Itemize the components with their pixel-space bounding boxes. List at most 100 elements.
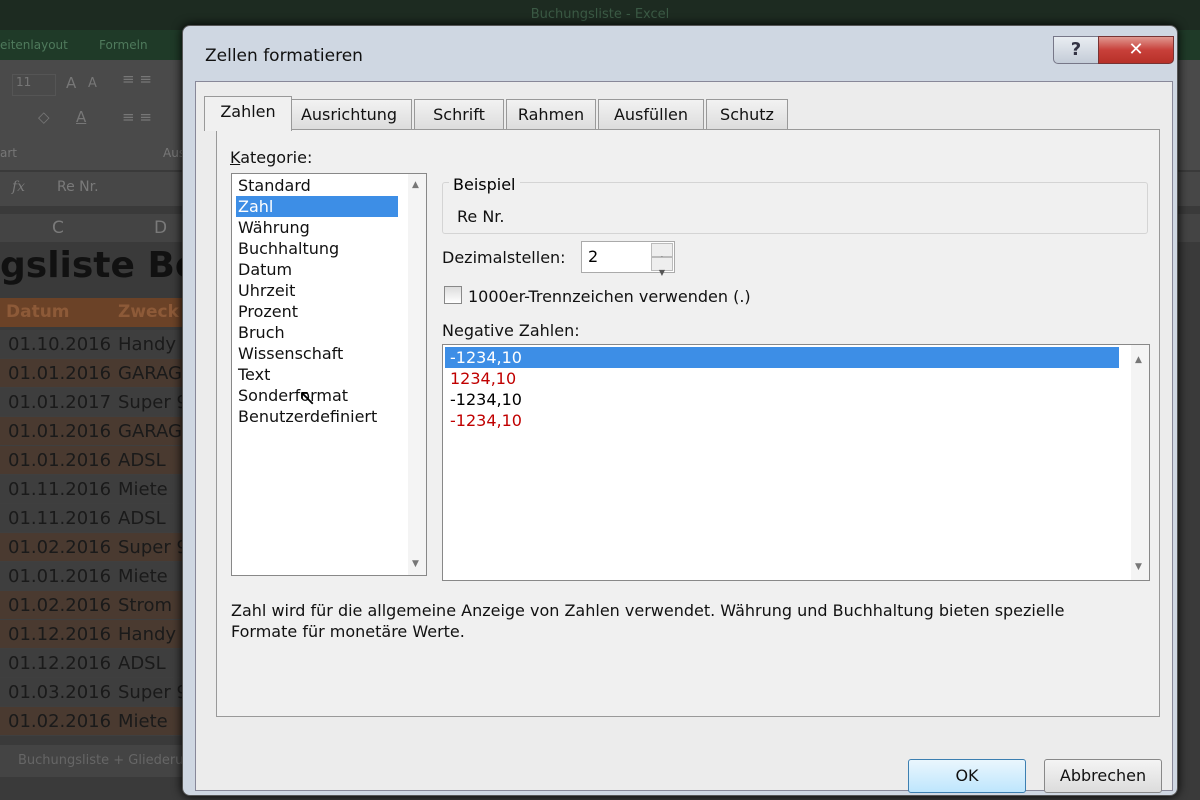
cell-zweck[interactable]: Miete bbox=[118, 562, 168, 591]
cell-zweck[interactable]: Super 9 bbox=[118, 388, 188, 417]
cell-zweck[interactable]: Handy bbox=[118, 330, 176, 359]
tab-ausfüllen[interactable]: Ausfüllen bbox=[598, 99, 704, 130]
table-row[interactable]: 01.02.2016 Super 9 bbox=[0, 533, 200, 562]
cell-zweck[interactable]: ADSL bbox=[118, 649, 166, 678]
category-item[interactable]: Datum bbox=[236, 259, 398, 280]
cell-zweck[interactable]: Super 9 bbox=[118, 533, 188, 562]
formula-input[interactable]: Re Nr. bbox=[57, 179, 99, 195]
cell-zweck[interactable]: ADSL bbox=[118, 446, 166, 475]
header-zweck[interactable]: Zweck bbox=[118, 302, 179, 322]
table-row[interactable]: 01.02.2016 Strom bbox=[0, 591, 200, 620]
category-item[interactable]: Uhrzeit bbox=[236, 280, 398, 301]
tab-ausrichtung[interactable]: Ausrichtung bbox=[286, 99, 412, 130]
fx-icon[interactable]: fx bbox=[12, 179, 25, 195]
cell-datum[interactable]: 01.02.2016 bbox=[8, 533, 111, 562]
cancel-button[interactable]: Abbrechen bbox=[1044, 759, 1162, 793]
negative-numbers-list[interactable]: -1234,10 1234,10 -1234,10 -1234,10 ▲ ▼ bbox=[442, 344, 1150, 581]
tab-zahlen[interactable]: Zahlen bbox=[204, 96, 292, 131]
negative-scrollbar[interactable]: ▲ ▼ bbox=[1131, 345, 1149, 580]
category-item[interactable]: Wissenschaft bbox=[236, 343, 398, 364]
tab-schutz[interactable]: Schutz bbox=[706, 99, 788, 130]
cell-datum[interactable]: 01.10.2016 bbox=[8, 330, 111, 359]
scroll-up-icon[interactable]: ▲ bbox=[412, 180, 419, 190]
category-item[interactable]: Buchhaltung bbox=[236, 238, 398, 259]
align-icon[interactable]: ≡ ≡ bbox=[122, 70, 152, 88]
cell-datum[interactable]: 01.01.2016 bbox=[8, 562, 111, 591]
table-row[interactable]: 01.01.2016 GARAG bbox=[0, 359, 200, 388]
shrink-font-icon[interactable]: A bbox=[88, 76, 97, 91]
cell-datum[interactable]: 01.01.2016 bbox=[8, 417, 111, 446]
category-item[interactable]: Prozent bbox=[236, 301, 398, 322]
ribbon-tab-seitenlayout[interactable]: eitenlayout bbox=[0, 38, 68, 52]
negative-format-item[interactable]: 1234,10 bbox=[445, 368, 1119, 389]
font-size-select[interactable]: 11 bbox=[12, 74, 56, 96]
scroll-up-icon[interactable]: ▲ bbox=[1135, 355, 1142, 365]
table-row[interactable]: 01.01.2016 ADSL bbox=[0, 446, 200, 475]
cell-datum[interactable]: 01.12.2016 bbox=[8, 649, 111, 678]
tab-panel-zahlen: Kategorie: Standard Zahl Währung Buchhaltun… bbox=[216, 129, 1160, 717]
cell-zweck[interactable]: GARAG bbox=[118, 359, 182, 388]
cell-zweck[interactable]: Strom bbox=[118, 591, 172, 620]
align-left-icon[interactable]: ≡ ≡ bbox=[122, 108, 152, 126]
tab-schrift[interactable]: Schrift bbox=[414, 99, 504, 130]
sheet-tabs[interactable]: Buchungsliste + Gliederu bbox=[0, 745, 200, 777]
decimal-places-value[interactable]: 2 bbox=[588, 247, 598, 266]
negative-format-item[interactable]: -1234,10 bbox=[445, 389, 1119, 410]
negative-format-item[interactable]: -1234,10 bbox=[445, 410, 1119, 431]
cell-datum[interactable]: 01.12.2016 bbox=[8, 620, 111, 649]
table-row[interactable]: 01.03.2016 Super 9 bbox=[0, 678, 200, 707]
cell-datum[interactable]: 01.01.2016 bbox=[8, 446, 111, 475]
scroll-down-icon[interactable]: ▼ bbox=[412, 559, 419, 569]
cell-zweck[interactable]: ADSL bbox=[118, 504, 166, 533]
scroll-down-icon[interactable]: ▼ bbox=[1135, 562, 1142, 572]
category-item[interactable]: Währung bbox=[236, 217, 398, 238]
cell-datum[interactable]: 01.02.2016 bbox=[8, 591, 111, 620]
help-button[interactable]: ? bbox=[1053, 36, 1099, 64]
table-row[interactable]: 01.02.2016 Miete bbox=[0, 707, 200, 736]
category-item[interactable]: Text bbox=[236, 364, 398, 385]
decimal-places-stepper[interactable]: 2 ▲▼ bbox=[581, 241, 675, 277]
cell-zweck[interactable]: Miete bbox=[118, 475, 168, 504]
table-row[interactable]: 01.11.2016 Miete bbox=[0, 475, 200, 504]
table-row[interactable]: 01.01.2016 Miete bbox=[0, 562, 200, 591]
ok-button[interactable]: OK bbox=[908, 759, 1026, 793]
category-item[interactable]: Zahl bbox=[236, 196, 398, 217]
spin-down-icon[interactable]: ▼ bbox=[651, 257, 673, 277]
cell-zweck[interactable]: GARAG bbox=[118, 417, 182, 446]
cell-datum[interactable]: 01.01.2016 bbox=[8, 359, 111, 388]
category-list[interactable]: Standard Zahl Währung Buchhaltung Datum Uhrze… bbox=[231, 173, 427, 576]
category-scrollbar[interactable]: ▲ ▼ bbox=[408, 174, 426, 575]
fill-color-icon[interactable]: ◇ bbox=[38, 108, 50, 126]
tab-rahmen[interactable]: Rahmen bbox=[506, 99, 596, 130]
cell-zweck[interactable]: Miete bbox=[118, 707, 168, 736]
table-row[interactable]: 01.01.2016 GARAG bbox=[0, 417, 200, 446]
grow-font-icon[interactable]: A bbox=[66, 74, 76, 92]
cell-zweck[interactable]: Handy bbox=[118, 620, 176, 649]
table-row[interactable]: 01.11.2016 ADSL bbox=[0, 504, 200, 533]
category-item[interactable]: Standard bbox=[236, 175, 398, 196]
table-row[interactable]: 01.12.2016 ADSL bbox=[0, 649, 200, 678]
cell-datum[interactable]: 01.11.2016 bbox=[8, 475, 111, 504]
cell-datum[interactable]: 01.03.2016 bbox=[8, 678, 111, 707]
table-row[interactable]: 01.12.2016 Handy bbox=[0, 620, 200, 649]
category-item[interactable]: Bruch bbox=[236, 322, 398, 343]
spin-up-icon[interactable]: ▲ bbox=[651, 243, 673, 263]
column-header-c[interactable]: C bbox=[52, 218, 64, 238]
font-color-icon[interactable]: A bbox=[76, 108, 86, 126]
ribbon-tab-formeln[interactable]: Formeln bbox=[99, 38, 148, 52]
close-button[interactable]: ✕ bbox=[1098, 36, 1174, 64]
table-row[interactable]: 01.01.2017 Super 9 bbox=[0, 388, 200, 417]
thousands-separator-label[interactable]: 1000er-Trennzeichen verwenden (.) bbox=[468, 287, 751, 306]
thousands-separator-checkbox[interactable] bbox=[444, 286, 462, 304]
table-row[interactable]: 01.10.2016 Handy bbox=[0, 330, 200, 359]
category-item[interactable]: Sonderformat bbox=[236, 385, 398, 406]
cell-zweck[interactable]: Super 9 bbox=[118, 678, 188, 707]
column-header-d[interactable]: D bbox=[154, 218, 167, 238]
cell-datum[interactable]: 01.01.2017 bbox=[8, 388, 111, 417]
cell-datum[interactable]: 01.11.2016 bbox=[8, 504, 111, 533]
header-datum[interactable]: Datum bbox=[6, 302, 70, 322]
category-item[interactable]: Benutzerdefiniert bbox=[236, 406, 398, 427]
group-label-schriftart: art bbox=[0, 146, 17, 160]
cell-datum[interactable]: 01.02.2016 bbox=[8, 707, 111, 736]
negative-format-item[interactable]: -1234,10 bbox=[445, 347, 1119, 368]
